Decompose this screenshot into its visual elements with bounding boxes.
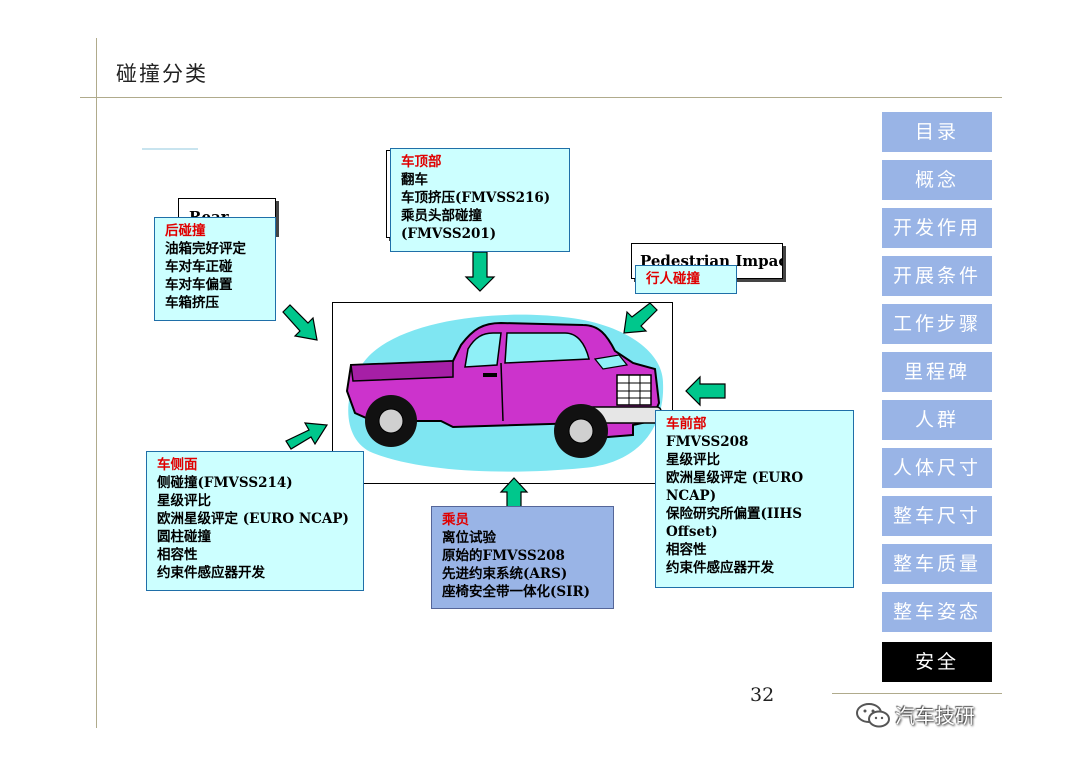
arrow-diagonal-icon <box>285 422 329 450</box>
rear-line: 车对车正碰 <box>165 259 233 275</box>
side-line: 相容性 <box>157 547 198 563</box>
front-line: 保险研究所偏置(IIHS <box>666 506 803 522</box>
arrow-diagonal-icon <box>623 302 658 334</box>
nav-item-steps[interactable]: 工作步骤 <box>882 304 992 344</box>
occupant-line: 原始的FMVSS208 <box>442 548 565 564</box>
front-line: Offset) <box>666 524 718 540</box>
page-number: 32 <box>750 684 775 706</box>
front-line: FMVSS208 <box>666 434 749 450</box>
nav-item-conditions[interactable]: 开展条件 <box>882 256 992 296</box>
nav-item-vehicle-mass[interactable]: 整车质量 <box>882 544 992 584</box>
pedestrian-impact-box: 行人碰撞 <box>635 265 737 294</box>
side-line: 约束件感应器开发 <box>157 565 265 581</box>
nav-item-population[interactable]: 人群 <box>882 400 992 440</box>
nav-item-dev-role[interactable]: 开发作用 <box>882 208 992 248</box>
nav-item-milestones[interactable]: 里程碑 <box>882 352 992 392</box>
side-line: 星级评比 <box>157 493 211 509</box>
roof-heading: 车顶部 <box>401 154 442 170</box>
nav-item-safety[interactable]: 安全 <box>882 642 992 682</box>
arrow-diagonal-icon <box>282 304 318 341</box>
front-line: 约束件感应器开发 <box>666 560 774 576</box>
roof-line: 乘员头部碰撞 <box>401 208 482 224</box>
pedestrian-heading: 行人碰撞 <box>646 271 700 287</box>
nav-item-contents[interactable]: 目录 <box>882 112 992 152</box>
nav-item-concept[interactable]: 概念 <box>882 160 992 200</box>
arrow-up-icon <box>499 477 529 509</box>
arrow-down-icon <box>464 251 496 292</box>
front-line: 星级评比 <box>666 452 720 468</box>
front-line: 相容性 <box>666 542 707 558</box>
watermark-brand: 汽车技研 <box>895 704 975 728</box>
occupant-line: 先进约束系统(ARS) <box>442 566 568 582</box>
rear-heading: 后碰撞 <box>165 223 206 239</box>
occupant-box: 乘员 离位试验 原始的FMVSS208 先进约束系统(ARS) 座椅安全带一体化… <box>431 506 614 609</box>
rear-line: 油箱完好评定 <box>165 241 246 257</box>
rear-impact-box: 后碰撞 油箱完好评定 车对车正碰 车对车偏置 车箱挤压 <box>154 217 276 321</box>
occupant-heading: 乘员 <box>442 512 469 528</box>
wechat-icon <box>856 703 890 728</box>
footer-rule <box>832 693 1002 694</box>
occupant-line: 离位试验 <box>442 530 496 546</box>
front-line: NCAP) <box>666 488 717 504</box>
arrow-left-icon <box>685 375 726 407</box>
side-heading: 车侧面 <box>157 457 198 473</box>
roof-line: 车顶挤压(FMVSS216) <box>401 190 551 206</box>
side-line: 侧碰撞(FMVSS214) <box>157 475 293 491</box>
roof-impact-box: 车顶部 翻车 车顶挤压(FMVSS216) 乘员头部碰撞 (FMVSS201) <box>390 148 570 252</box>
side-impact-box: 车侧面 侧碰撞(FMVSS214) 星级评比 欧洲星级评定 (EURO NCAP… <box>146 451 364 591</box>
side-line: 圆柱碰撞 <box>157 529 211 545</box>
nav-item-vehicle-dimensions[interactable]: 整车尺寸 <box>882 496 992 536</box>
nav-item-vehicle-attitude[interactable]: 整车姿态 <box>882 592 992 632</box>
rear-line: 车对车偏置 <box>165 277 233 293</box>
rear-line: 车箱挤压 <box>165 295 219 311</box>
occupant-line: 座椅安全带一体化(SIR) <box>442 584 591 600</box>
front-line: 欧洲星级评定 (EURO <box>666 470 804 486</box>
roof-line: 翻车 <box>401 172 428 188</box>
side-line: 欧洲星级评定 (EURO NCAP) <box>157 511 349 527</box>
front-heading: 车前部 <box>666 416 707 432</box>
front-impact-box: 车前部 FMVSS208 星级评比 欧洲星级评定 (EURO NCAP) 保险研… <box>655 410 854 588</box>
nav-item-body-dimensions[interactable]: 人体尺寸 <box>882 448 992 488</box>
roof-line: (FMVSS201) <box>401 226 497 242</box>
